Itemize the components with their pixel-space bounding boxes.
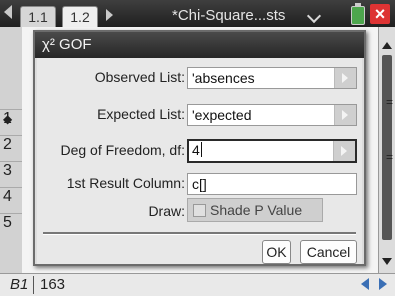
document-title[interactable]: *Chi-Square...sts [172,7,285,24]
row-number[interactable]: 4 [0,187,22,209]
nav-right-icon[interactable] [379,278,387,290]
degrees-of-freedom-value: 4 [192,142,200,158]
first-result-column-label: 1st Result Column: [66,175,185,191]
tab-bar: 1.1 1.2 *Chi-Square...sts × [0,0,395,27]
cell-reference: B1 [10,276,29,293]
tab-scroll-left-icon[interactable] [4,5,12,19]
column-marker-icon: = [385,150,393,164]
observed-list-field[interactable]: 'absences [187,67,357,89]
cell-value[interactable]: 163 [40,276,65,293]
shade-p-value-checkbox[interactable] [193,204,206,217]
draw-label: Draw: [148,203,185,219]
divider [33,276,34,294]
scrollbar-thumb[interactable] [382,55,392,240]
observed-list-label: Observed List: [94,69,185,85]
tab-page-1-2[interactable]: 1.2 [62,6,98,27]
observed-list-value: 'absences [192,70,255,86]
chevron-down-icon[interactable] [306,8,322,24]
dropdown-arrow-icon [342,110,348,120]
first-result-column-value: c[] [192,176,207,192]
dialog-title: χ² GOF [42,36,92,53]
dialog-divider [43,232,356,235]
dropdown-arrow-icon [341,146,347,156]
battery-icon [351,3,365,25]
row-number[interactable]: 1 [0,109,22,131]
dialog-body: Observed List: 'absences Expected List: … [37,58,362,264]
degrees-of-freedom-dropdown-button[interactable] [333,141,355,161]
column-marker-icon: = [385,95,393,109]
entry-line[interactable]: B1 163 [0,273,395,296]
row-number[interactable]: 5 [0,213,22,235]
shade-p-value-checkbox-group[interactable]: Shade P Value [187,198,323,222]
ok-button[interactable]: OK [262,240,291,264]
row-number-column: ◆ 1 2 3 4 5 [0,27,22,273]
cancel-button[interactable]: Cancel [300,240,357,264]
text-caret [200,142,202,157]
tab-page-1-1[interactable]: 1.1 [20,6,56,27]
tab-scroll-right-icon[interactable] [106,9,113,21]
scroll-down-icon[interactable] [382,258,392,265]
observed-list-dropdown-button[interactable] [334,68,356,88]
expected-list-label: Expected List: [97,106,185,122]
nav-left-icon[interactable] [361,278,369,290]
close-icon[interactable]: × [370,4,390,24]
degrees-of-freedom-label: Deg of Freedom, df: [60,142,185,158]
shade-p-value-label: Shade P Value [210,202,303,218]
degrees-of-freedom-field[interactable]: 4 [187,139,357,163]
scroll-up-icon[interactable] [382,42,392,49]
dialog-titlebar: χ² GOF [35,32,364,58]
dropdown-arrow-icon [342,73,348,83]
first-result-column-field[interactable]: c[] [187,173,357,195]
chi-square-gof-dialog: χ² GOF Observed List: 'absences Expected… [33,30,366,266]
expected-list-value: 'expected [192,107,252,123]
expected-list-field[interactable]: 'expected [187,104,357,126]
row-number[interactable]: 3 [0,161,22,183]
row-number[interactable]: 2 [0,135,22,157]
expected-list-dropdown-button[interactable] [334,105,356,125]
